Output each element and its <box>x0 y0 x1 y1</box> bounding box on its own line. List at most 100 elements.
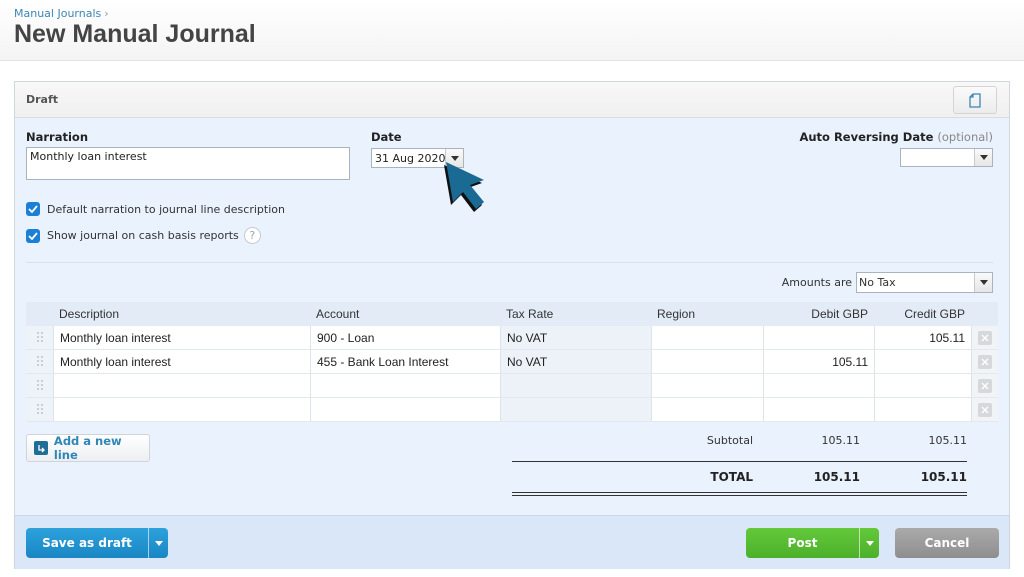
debit-cell[interactable] <box>763 398 874 421</box>
date-value: 31 Aug 2020 <box>375 152 446 165</box>
subtotal-debit: 105.11 <box>821 434 861 447</box>
document-copy-icon <box>969 92 981 108</box>
close-icon <box>978 354 992 369</box>
date-label: Date <box>371 130 402 144</box>
amounts-are-label: Amounts are <box>781 276 852 289</box>
chevron-down-icon <box>865 540 874 546</box>
credit-cell[interactable] <box>874 398 971 421</box>
drag-handle-icon <box>36 355 43 368</box>
account-cell[interactable]: 455 - Bank Loan Interest <box>310 350 500 373</box>
table-row <box>26 374 998 398</box>
narration-label: Narration <box>26 130 89 144</box>
delete-row-button[interactable] <box>971 398 998 421</box>
description-cell[interactable] <box>53 374 310 397</box>
delete-row-button[interactable] <box>971 350 998 373</box>
post-options-dropdown[interactable] <box>859 528 879 558</box>
account-cell[interactable] <box>310 398 500 421</box>
default-narration-label: Default narration to journal line descri… <box>47 202 285 216</box>
total-credit: 105.11 <box>920 470 967 484</box>
cancel-button[interactable]: Cancel <box>895 528 999 558</box>
status-label: Draft <box>26 93 59 106</box>
credit-cell[interactable] <box>874 374 971 397</box>
description-cell[interactable]: Monthly loan interest <box>53 326 310 349</box>
journal-panel: Draft Narration Monthly loan interest Da… <box>14 81 1010 569</box>
auto-reversing-label: Auto Reversing Date (optional) <box>799 130 993 144</box>
journal-lines-table: Description Account Tax Rate Region Debi… <box>26 302 998 422</box>
drag-handle-icon <box>36 331 43 344</box>
subtotal-label: Subtotal <box>706 434 753 447</box>
subtotal-rule <box>512 461 967 462</box>
cash-basis-label: Show journal on cash basis reports <box>47 229 239 242</box>
tax-rate-cell[interactable]: No VAT <box>500 350 651 373</box>
drag-handle[interactable] <box>26 326 53 349</box>
credit-cell[interactable] <box>874 350 971 373</box>
table-header: Description Account Tax Rate Region Debi… <box>26 302 998 326</box>
cancel-label: Cancel <box>924 536 970 550</box>
narration-input[interactable]: Monthly loan interest <box>26 147 350 180</box>
description-cell[interactable] <box>53 398 310 421</box>
subtotal-credit: 105.11 <box>928 434 968 447</box>
column-header-debit: Debit GBP <box>811 307 868 321</box>
delete-row-button[interactable] <box>971 326 998 349</box>
column-header-region: Region <box>657 307 696 321</box>
add-new-line-button[interactable]: Add a new line <box>26 434 150 462</box>
close-icon <box>978 378 992 393</box>
debit-cell[interactable] <box>763 326 874 349</box>
tax-rate-cell[interactable]: No VAT <box>500 326 651 349</box>
panel-header: Draft <box>15 82 1009 118</box>
column-header-credit: Credit GBP <box>904 307 965 321</box>
total-double-rule-top <box>512 492 967 493</box>
drag-handle[interactable] <box>26 398 53 421</box>
page-title: New Manual Journal <box>14 20 256 48</box>
close-icon <box>978 402 992 417</box>
help-icon[interactable]: ? <box>243 227 261 244</box>
total-label: TOTAL <box>710 470 753 484</box>
default-narration-checkbox-row[interactable]: Default narration to journal line descri… <box>26 202 285 216</box>
breadcrumb-link-manual-journals[interactable]: Manual Journals <box>14 7 101 20</box>
cash-basis-checkbox[interactable] <box>26 228 40 243</box>
drag-handle-icon <box>36 379 43 392</box>
total-double-rule-bottom <box>512 495 967 496</box>
debit-cell[interactable]: 105.11 <box>763 350 874 373</box>
amounts-are-dropdown-button[interactable] <box>974 273 992 292</box>
credit-cell[interactable]: 105.11 <box>874 326 971 349</box>
account-cell[interactable]: 900 - Loan <box>310 326 500 349</box>
account-cell[interactable] <box>310 374 500 397</box>
total-debit: 105.11 <box>813 470 860 484</box>
page-header: Manual Journals › New Manual Journal <box>0 0 1024 61</box>
drag-handle-icon <box>36 403 43 416</box>
drag-handle[interactable] <box>26 350 53 373</box>
amounts-are-select[interactable]: No Tax <box>856 272 993 293</box>
debit-cell[interactable] <box>763 374 874 397</box>
region-cell[interactable] <box>651 350 763 373</box>
section-divider <box>26 262 993 263</box>
region-cell[interactable] <box>651 326 763 349</box>
amounts-are-value: No Tax <box>859 276 896 289</box>
default-narration-checkbox[interactable] <box>26 202 40 216</box>
mouse-cursor-icon <box>444 162 484 212</box>
table-row: Monthly loan interest 455 - Bank Loan In… <box>26 350 998 374</box>
auto-reversing-dropdown-button[interactable] <box>974 149 992 166</box>
save-as-draft-button[interactable]: Save as draft <box>26 528 168 558</box>
copy-button[interactable] <box>953 86 997 114</box>
checkmark-icon <box>28 231 38 240</box>
auto-reversing-label-text: Auto Reversing Date <box>799 130 934 144</box>
table-row <box>26 398 998 422</box>
tax-rate-cell[interactable] <box>500 398 651 421</box>
chevron-down-icon <box>979 155 988 160</box>
breadcrumb-separator: › <box>104 7 109 20</box>
chevron-down-icon <box>979 280 988 285</box>
post-button[interactable]: Post <box>746 528 879 558</box>
amounts-are: Amounts are No Tax <box>782 272 993 293</box>
column-header-account: Account <box>316 307 360 321</box>
drag-handle[interactable] <box>26 374 53 397</box>
auto-reversing-date-input[interactable] <box>900 148 993 167</box>
region-cell[interactable] <box>651 398 763 421</box>
cash-basis-checkbox-row[interactable]: Show journal on cash basis reports ? <box>26 227 261 244</box>
save-options-dropdown[interactable] <box>148 528 168 558</box>
description-cell[interactable]: Monthly loan interest <box>53 350 310 373</box>
delete-row-button[interactable] <box>971 374 998 397</box>
tax-rate-cell[interactable] <box>500 374 651 397</box>
region-cell[interactable] <box>651 374 763 397</box>
drag-column-header <box>26 302 53 326</box>
